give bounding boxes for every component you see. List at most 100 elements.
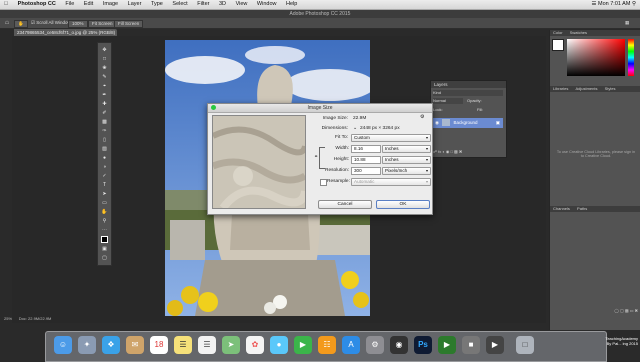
facetime-icon[interactable]: ▶ xyxy=(294,336,312,354)
preferences-icon[interactable]: ⚙ xyxy=(366,336,384,354)
tab-adjustments[interactable]: Adjustments xyxy=(572,86,600,91)
quick-mask-icon[interactable]: ▣ xyxy=(101,246,108,252)
fill-screen-button[interactable]: Fill Screen xyxy=(114,20,144,28)
calendar-icon[interactable]: 18 xyxy=(150,336,168,354)
layer-filter-kind[interactable]: Kind xyxy=(433,90,503,96)
ok-button[interactable]: OK xyxy=(376,200,430,209)
wifi-icon[interactable]: ☰ xyxy=(592,1,597,7)
photos-icon[interactable]: ✿ xyxy=(246,336,264,354)
resolution-unit-select[interactable]: Pixels/Inch xyxy=(382,167,431,175)
home-icon[interactable]: ☖ xyxy=(2,20,12,26)
status-doc-size[interactable]: Doc: 22.9M/22.9M xyxy=(19,316,52,321)
blend-mode-select[interactable]: Normal xyxy=(433,98,463,104)
tab-channels[interactable]: Channels xyxy=(550,206,573,211)
tab-styles[interactable]: Styles xyxy=(602,86,619,91)
mail-icon[interactable]: ✉ xyxy=(126,336,144,354)
path-select-tool-icon[interactable]: ➤ xyxy=(101,191,108,197)
messages-icon[interactable]: ● xyxy=(270,336,288,354)
menu-window[interactable]: Window xyxy=(253,0,281,9)
menu-3d[interactable]: 3D xyxy=(215,0,230,9)
constrain-link-icon[interactable]: ⚭ xyxy=(314,154,318,160)
eyedropper-tool-icon[interactable]: ✒ xyxy=(101,92,108,98)
menu-select[interactable]: Select xyxy=(168,0,191,9)
width-unit-select[interactable]: Inches xyxy=(382,145,431,153)
move-tool-icon[interactable]: ✥ xyxy=(101,47,108,53)
screen-mode-icon[interactable]: ▢ xyxy=(101,255,108,261)
menu-app-name[interactable]: Photoshop CC xyxy=(14,0,60,9)
safari-icon[interactable]: ❖ xyxy=(102,336,120,354)
menu-layer[interactable]: Layer xyxy=(124,0,146,9)
quick-select-tool-icon[interactable]: ✎ xyxy=(101,74,108,80)
maps-icon[interactable]: ➤ xyxy=(222,336,240,354)
menu-filter[interactable]: Filter xyxy=(193,0,213,9)
resample-select[interactable]: Automatic xyxy=(351,178,431,186)
finder-icon[interactable]: ☺ xyxy=(54,336,72,354)
trash-icon[interactable]: □ xyxy=(516,336,534,354)
dvd-icon[interactable]: ◉ xyxy=(390,336,408,354)
search-icon[interactable]: ⚲ xyxy=(632,1,636,7)
resample-checkbox[interactable] xyxy=(320,179,327,186)
hand-tool-icon[interactable]: ✋ xyxy=(14,20,28,28)
dimensions-chevron-icon[interactable]: ⌄ xyxy=(353,126,357,131)
width-field[interactable]: 8.16 xyxy=(351,145,381,153)
channels-footer-icons[interactable]: ◯ ▢ ▩ ▭ ✖ xyxy=(552,308,638,314)
menu-file[interactable]: File xyxy=(61,0,78,9)
tab-libraries[interactable]: Libraries xyxy=(550,86,571,91)
hand-tool-icon[interactable]: ✋ xyxy=(101,209,108,215)
reminders-icon[interactable]: ☰ xyxy=(198,336,216,354)
stamp-tool-icon[interactable]: ▩ xyxy=(101,119,108,125)
apple-icon[interactable]:  xyxy=(0,0,12,9)
launchpad-icon[interactable]: ✦ xyxy=(78,336,96,354)
photoshop-icon[interactable]: Ps xyxy=(414,336,432,354)
workspace-icon[interactable]: ▦ xyxy=(622,20,632,26)
utility-icon[interactable]: ■ xyxy=(462,336,480,354)
tab-color[interactable]: Color xyxy=(550,30,566,35)
zoom-tool-icon[interactable]: ⚲ xyxy=(101,218,108,224)
gradient-tool-icon[interactable]: ▧ xyxy=(101,146,108,152)
foreground-color-swatch[interactable] xyxy=(552,39,564,51)
notes-icon[interactable]: ☰ xyxy=(174,336,192,354)
menu-help[interactable]: Help xyxy=(282,0,301,9)
menu-edit[interactable]: Edit xyxy=(80,0,97,9)
tab-swatches[interactable]: Swatches xyxy=(567,30,590,35)
height-unit-select[interactable]: Inches xyxy=(382,156,431,164)
layers-footer-icons[interactable]: ☍ fx ◐ ◉ □ ▩ ✖ xyxy=(433,149,503,155)
visibility-eye-icon[interactable]: ◉ xyxy=(435,120,439,125)
layers-tab[interactable]: Layers xyxy=(431,81,506,88)
brush-tool-icon[interactable]: ✐ xyxy=(101,110,108,116)
fit-to-select[interactable]: Custom xyxy=(351,134,431,142)
pen-tool-icon[interactable]: ✓ xyxy=(101,173,108,179)
menu-type[interactable]: Type xyxy=(147,0,167,9)
dodge-tool-icon[interactable]: ◑ xyxy=(101,164,108,170)
clock[interactable]: Mon 7:01 AM xyxy=(598,1,630,7)
blur-tool-icon[interactable]: ● xyxy=(101,155,108,161)
zoom-100-button[interactable]: 100% xyxy=(68,20,88,28)
menu-view[interactable]: View xyxy=(232,0,252,9)
layer-row-background[interactable]: ◉ Background ▣ xyxy=(433,118,503,128)
history-brush-tool-icon[interactable]: ✑ xyxy=(101,128,108,134)
hue-slider[interactable] xyxy=(628,39,634,76)
document-tab[interactable]: 23479865534_ce58cf6f71_o.jpg @ 25% (RGB/… xyxy=(14,29,117,42)
screencast-icon[interactable]: ▶ xyxy=(486,336,504,354)
height-field[interactable]: 10.88 xyxy=(351,156,381,164)
resolution-field[interactable]: 300 xyxy=(351,167,381,175)
image-preview[interactable] xyxy=(212,115,306,209)
type-tool-icon[interactable]: T xyxy=(101,182,108,188)
lasso-tool-icon[interactable]: ❀ xyxy=(101,65,108,71)
color-swatches-icon[interactable] xyxy=(101,236,108,243)
camtasia-icon[interactable]: ▶ xyxy=(438,336,456,354)
eraser-tool-icon[interactable]: ▯ xyxy=(101,137,108,143)
status-zoom[interactable]: 25% xyxy=(4,316,12,321)
healing-tool-icon[interactable]: ✚ xyxy=(101,101,108,107)
dialog-close-icon[interactable] xyxy=(211,105,216,110)
cancel-button[interactable]: Cancel xyxy=(318,200,372,209)
color-picker-field[interactable] xyxy=(567,39,625,76)
fit-screen-button[interactable]: Fit Screen xyxy=(88,20,117,28)
marquee-tool-icon[interactable]: □ xyxy=(101,56,108,62)
menu-image[interactable]: Image xyxy=(99,0,122,9)
ibooks-icon[interactable]: ☷ xyxy=(318,336,336,354)
dialog-settings-gear-icon[interactable]: ⚙ xyxy=(420,115,424,120)
appstore-icon[interactable]: A xyxy=(342,336,360,354)
shape-tool-icon[interactable]: ▭ xyxy=(101,200,108,206)
dialog-titlebar[interactable]: Image Size xyxy=(208,104,432,113)
